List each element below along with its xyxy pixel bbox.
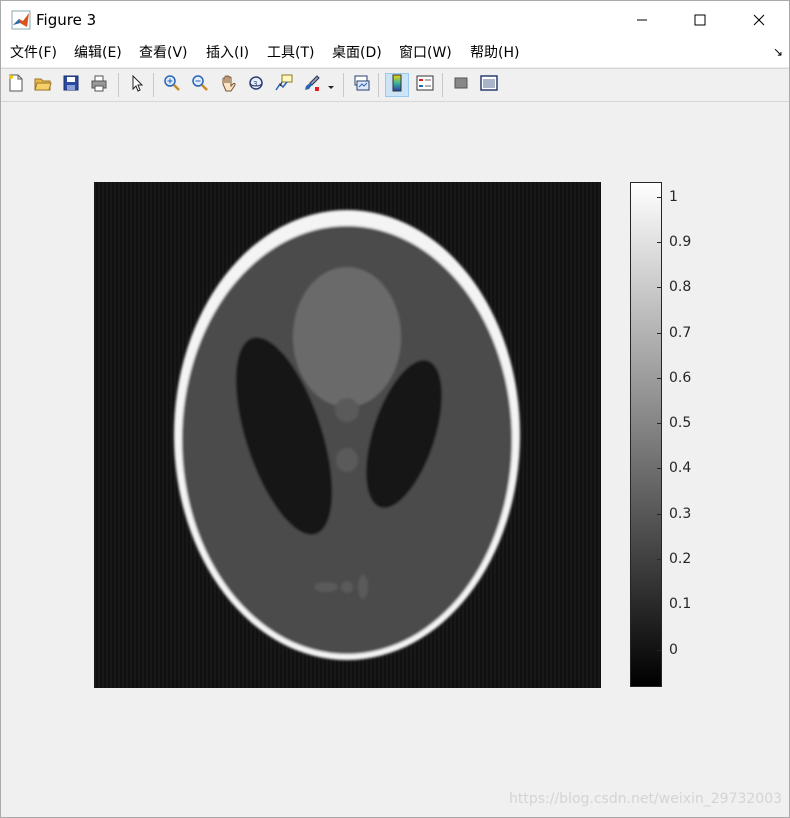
brush-dropdown-button[interactable]	[324, 73, 338, 97]
colorbar-icon	[388, 74, 406, 96]
colorbar-tick	[657, 468, 662, 469]
menu-window[interactable]: 窗口(W)	[399, 44, 452, 62]
menu-view[interactable]: 查看(V)	[139, 44, 188, 62]
save-icon	[62, 74, 80, 96]
minimize-icon	[636, 11, 648, 30]
colorbar-tick	[657, 559, 662, 560]
select-arrow-button[interactable]	[125, 73, 149, 97]
hide-plot-tools-icon	[452, 74, 470, 96]
open-file-button[interactable]	[31, 73, 55, 97]
colorbar-tick	[657, 514, 662, 515]
colorbar-tick	[657, 333, 662, 334]
colorbar-tick-label: 0.8	[669, 279, 692, 295]
pan-button[interactable]	[216, 73, 240, 97]
dock-arrow-icon[interactable]: ↘	[773, 45, 783, 59]
save-button[interactable]	[59, 73, 83, 97]
menu-file[interactable]: 文件(F)	[10, 44, 57, 62]
data-cursor-icon	[275, 74, 293, 96]
zoom-out-icon	[191, 74, 209, 96]
print-icon	[90, 74, 108, 96]
window-title: Figure 3	[36, 11, 97, 29]
chevron-down-icon	[327, 76, 335, 95]
title-bar: Figure 3	[1, 1, 789, 39]
colorbar-tick	[657, 423, 662, 424]
toolbar-separator	[153, 73, 154, 97]
toolbar-separator	[378, 73, 379, 97]
colorbar-tick	[657, 287, 662, 288]
rotate-3d-icon: 3	[247, 74, 265, 96]
watermark: https://blog.csdn.net/weixin_29732003	[509, 791, 783, 807]
maximize-icon	[694, 11, 706, 30]
close-button[interactable]	[736, 1, 782, 39]
pan-hand-icon	[219, 74, 237, 96]
legend-icon	[416, 74, 434, 96]
colorbar-tick	[657, 197, 662, 198]
colorbar-tick	[657, 242, 662, 243]
toolbar: 3	[1, 68, 789, 102]
open-file-icon	[34, 74, 52, 96]
colorbar[interactable]	[630, 182, 662, 687]
brush-button[interactable]	[300, 73, 324, 97]
toolbar-separator	[118, 73, 119, 97]
brush-icon	[303, 74, 321, 96]
link-plot-icon	[353, 74, 371, 96]
show-plot-tools-icon	[480, 74, 498, 96]
colorbar-tick	[657, 604, 662, 605]
matlab-logo-icon	[11, 10, 31, 30]
colorbar-tick-label: 0	[669, 642, 678, 658]
select-arrow-icon	[128, 74, 146, 96]
link-plot-button[interactable]	[350, 73, 374, 97]
zoom-in-icon	[163, 74, 181, 96]
close-icon	[753, 11, 765, 30]
rotate-3d-button[interactable]: 3	[244, 73, 268, 97]
colorbar-tick-label: 0.1	[669, 596, 692, 612]
colorbar-tick-label: 0.4	[669, 460, 692, 476]
toolbar-separator	[343, 73, 344, 97]
colorbar-tick-label: 0.9	[669, 234, 692, 250]
minimize-button[interactable]	[619, 1, 665, 39]
image-axes[interactable]	[94, 182, 601, 688]
data-cursor-button[interactable]	[272, 73, 296, 97]
figure-window: Figure 3 文件(F) 编辑(E) 查看(V) 插入(I) 工具(T) 桌…	[0, 0, 790, 818]
legend-button[interactable]	[413, 73, 437, 97]
menu-insert[interactable]: 插入(I)	[206, 44, 249, 62]
menu-help[interactable]: 帮助(H)	[470, 44, 519, 62]
colorbar-tick	[657, 378, 662, 379]
svg-text:3: 3	[253, 80, 257, 88]
new-figure-button[interactable]	[4, 73, 28, 97]
menu-edit[interactable]: 编辑(E)	[74, 44, 122, 62]
colorbar-tick	[657, 650, 662, 651]
zoom-in-button[interactable]	[160, 73, 184, 97]
maximize-button[interactable]	[677, 1, 723, 39]
print-button[interactable]	[87, 73, 111, 97]
hide-plot-tools-button[interactable]	[449, 73, 473, 97]
colorbar-tick-label: 0.6	[669, 370, 692, 386]
colorbar-tick-label: 0.2	[669, 551, 692, 567]
menu-tools[interactable]: 工具(T)	[267, 44, 314, 62]
menu-bar: 文件(F) 编辑(E) 查看(V) 插入(I) 工具(T) 桌面(D) 窗口(W…	[1, 39, 789, 67]
menu-desktop[interactable]: 桌面(D)	[332, 44, 382, 62]
colorbar-button[interactable]	[385, 73, 409, 97]
show-plot-tools-button[interactable]	[477, 73, 501, 97]
colorbar-tick-label: 1	[669, 189, 678, 205]
colorbar-tick-label: 0.3	[669, 506, 692, 522]
phantom-image	[94, 182, 601, 688]
colorbar-tick-label: 0.7	[669, 325, 692, 341]
toolbar-separator	[442, 73, 443, 97]
zoom-out-button[interactable]	[188, 73, 212, 97]
colorbar-tick-label: 0.5	[669, 415, 692, 431]
new-figure-icon	[7, 74, 25, 96]
